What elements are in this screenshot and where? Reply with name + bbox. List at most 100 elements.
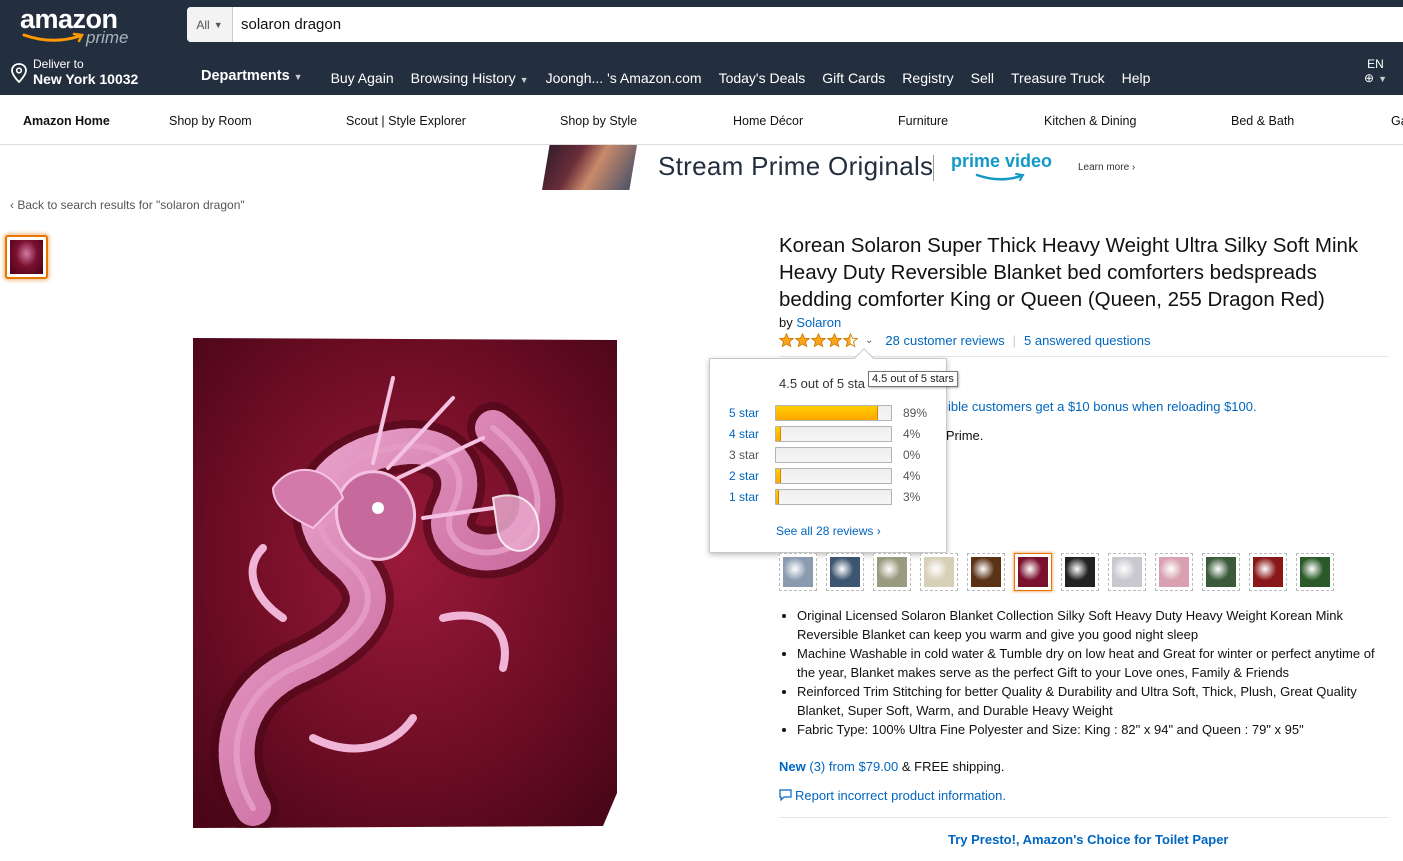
star-rating[interactable] [779, 333, 859, 348]
language-selector[interactable]: EN ⊕ ▼ [1364, 57, 1387, 86]
globe-icon: ⊕ [1364, 71, 1375, 85]
swatch-image [971, 557, 1001, 587]
style-swatch[interactable] [967, 553, 1005, 591]
swatch-image [1065, 557, 1095, 587]
new-offers-link[interactable]: New [779, 759, 806, 774]
nav-browsing-history-label: Browsing History [410, 70, 516, 86]
nav-gift-cards[interactable]: Gift Cards [822, 70, 885, 86]
product-title: Korean Solaron Super Thick Heavy Weight … [779, 234, 1359, 311]
histogram-percent: 0% [903, 448, 921, 462]
offer-price-link[interactable]: from $79.00 [829, 759, 898, 774]
style-swatch[interactable] [1108, 553, 1146, 591]
style-swatch[interactable] [779, 553, 817, 591]
product-thumbnail[interactable] [5, 235, 48, 279]
free-shipping-text: & FREE shipping. [901, 759, 1005, 774]
style-swatch[interactable] [1296, 553, 1334, 591]
histogram-fill [776, 406, 879, 420]
search-department-select[interactable]: All ▼ [187, 7, 233, 42]
category-subnav: Amazon Home Shop by Room Scout | Style E… [0, 95, 1403, 145]
histogram-row[interactable]: 5 star 89% [729, 405, 933, 421]
histogram-row[interactable]: 2 star 4% [729, 468, 933, 484]
subnav-shop-by-style[interactable]: Shop by Style [560, 114, 637, 128]
swatch-image [783, 557, 813, 587]
histogram-row[interactable]: 4 star 4% [729, 426, 933, 442]
prime-video-smile-icon [975, 173, 1025, 181]
banner-learn-more[interactable]: Learn more › [1078, 162, 1135, 173]
smile-arrow-icon [22, 32, 84, 43]
style-swatch[interactable] [1155, 553, 1193, 591]
style-swatch[interactable] [873, 553, 911, 591]
departments-menu[interactable]: Departments ▼ [201, 68, 303, 84]
presto-promo-link[interactable]: Try Presto!, Amazon's Choice for Toilet … [948, 832, 1228, 847]
subnav-kitchen-dining[interactable]: Kitchen & Dining [1044, 114, 1136, 128]
banner-headline: Stream Prime Originals [658, 151, 934, 181]
swatch-image [1253, 557, 1283, 587]
subnav-style-explorer[interactable]: Scout | Style Explorer [346, 114, 466, 128]
nav-help[interactable]: Help [1122, 70, 1151, 86]
subnav-amazon-home[interactable]: Amazon Home [23, 114, 110, 128]
back-to-results-link[interactable]: ‹ Back to search results for "solaron dr… [10, 198, 245, 212]
style-swatch[interactable] [826, 553, 864, 591]
histogram-label[interactable]: 4 star [729, 427, 775, 441]
product-main-image[interactable] [193, 338, 619, 828]
reload-bonus-link[interactable]: ligible customers get a $10 bonus when r… [935, 399, 1257, 414]
histogram-fill [776, 490, 780, 504]
amazon-prime-logo[interactable]: amazon prime [20, 4, 150, 48]
style-swatch[interactable] [920, 553, 958, 591]
histogram-bar [775, 426, 892, 442]
nav-registry[interactable]: Registry [902, 70, 953, 86]
report-row: Report incorrect product information. [779, 788, 1389, 818]
histogram-percent: 3% [903, 490, 921, 504]
nav-user-amazon[interactable]: Joongh... 's Amazon.com [546, 70, 702, 86]
subnav-more[interactable]: Ga [1391, 114, 1403, 128]
deliver-address: New York 10032 [33, 71, 139, 87]
histogram-bar [775, 489, 892, 505]
answered-questions-link[interactable]: 5 answered questions [1024, 333, 1150, 348]
histogram-bar [775, 405, 892, 421]
swatch-image [1112, 557, 1142, 587]
swatch-image [830, 557, 860, 587]
nav-todays-deals[interactable]: Today's Deals [719, 70, 806, 86]
report-link[interactable]: Report incorrect product information. [779, 788, 1006, 803]
histogram-fill [776, 427, 781, 441]
customer-reviews-link[interactable]: 28 customer reviews [885, 333, 1004, 348]
popover-heading: 4.5 out of 5 sta [779, 376, 866, 391]
see-all-reviews-link[interactable]: See all 28 reviews › [776, 524, 881, 538]
chevron-down-icon: ▼ [1378, 74, 1387, 84]
style-swatch[interactable] [1014, 553, 1052, 591]
rating-row: ⌄ 28 customer reviews | 5 answered quest… [779, 333, 1389, 357]
prime-video-banner[interactable]: Stream Prime Originals prime video Learn… [512, 145, 1152, 190]
histogram-label[interactable]: 1 star [729, 490, 775, 504]
deliver-to-location[interactable]: Deliver to New York 10032 [10, 58, 138, 87]
subnav-bed-bath[interactable]: Bed & Bath [1231, 114, 1294, 128]
histogram-label[interactable]: 5 star [729, 406, 775, 420]
search-bar: All ▼ [187, 7, 1403, 42]
offer-count-link[interactable]: (3) [809, 759, 825, 774]
histogram-label[interactable]: 2 star [729, 469, 775, 483]
thumbnail-image [10, 240, 43, 274]
swatch-image [1159, 557, 1189, 587]
report-label: Report incorrect product information. [795, 788, 1006, 803]
nav-buy-again[interactable]: Buy Again [331, 70, 394, 86]
deliver-label: Deliver to [33, 57, 84, 71]
star-icon [795, 333, 810, 348]
nav-treasure-truck[interactable]: Treasure Truck [1011, 70, 1105, 86]
style-swatch[interactable] [1061, 553, 1099, 591]
histogram-percent: 4% [903, 427, 921, 441]
subnav-furniture[interactable]: Furniture [898, 114, 948, 128]
style-swatch[interactable] [1249, 553, 1287, 591]
subnav-shop-by-room[interactable]: Shop by Room [169, 114, 252, 128]
brand-link[interactable]: Solaron [796, 315, 841, 330]
histogram-row[interactable]: 1 star 3% [729, 489, 933, 505]
search-department-label: All [196, 17, 210, 32]
subnav-home-decor[interactable]: Home Décor [733, 114, 803, 128]
product-byline: by Solaron [779, 315, 841, 330]
nav-browsing-history[interactable]: Browsing History ▼ [411, 70, 529, 86]
style-swatch[interactable] [1202, 553, 1240, 591]
chevron-down-icon[interactable]: ⌄ [865, 335, 873, 346]
search-input[interactable] [233, 7, 1333, 42]
histogram-percent: 4% [903, 469, 921, 483]
swatch-image [1018, 557, 1048, 587]
nav-sell[interactable]: Sell [971, 70, 994, 86]
chevron-down-icon: ▼ [213, 19, 223, 30]
